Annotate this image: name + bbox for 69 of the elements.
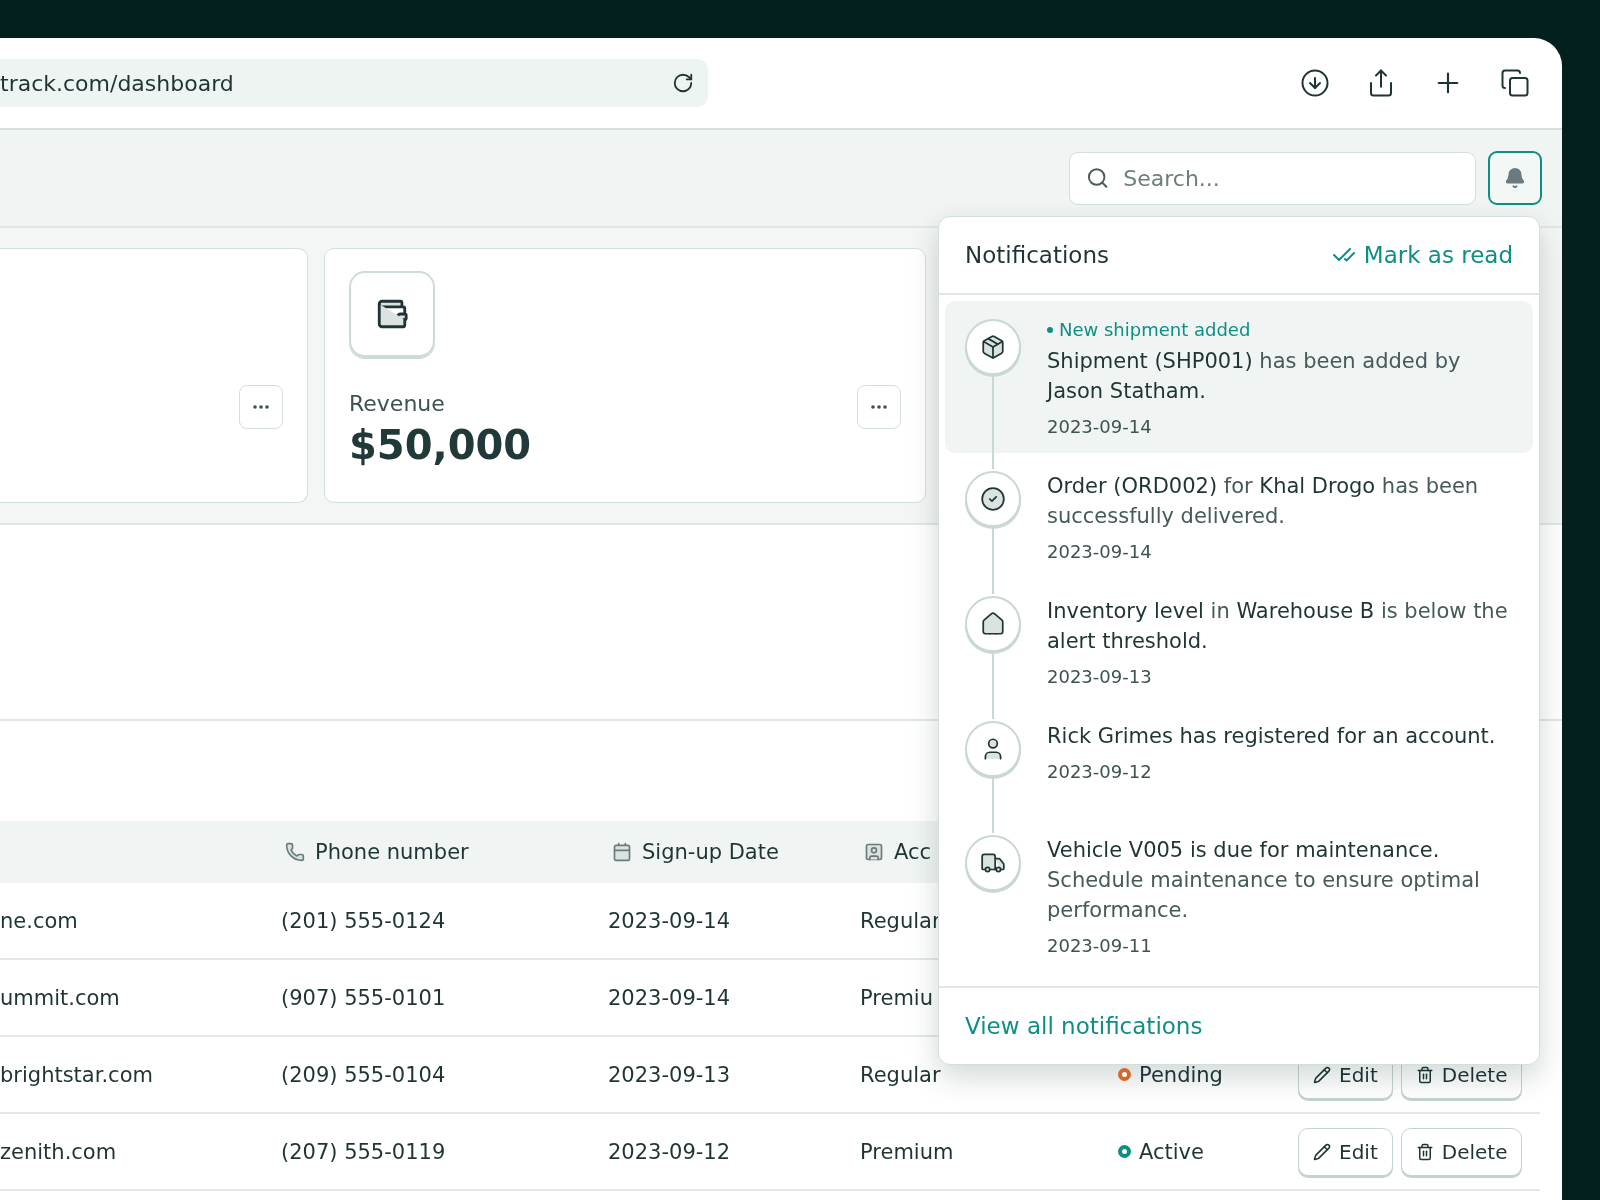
user-icon: [965, 721, 1021, 777]
delete-button[interactable]: Delete: [1400, 1127, 1523, 1176]
trash-icon: [1415, 1065, 1434, 1084]
email-cell: brightstar.com: [0, 1062, 153, 1087]
notification-item[interactable]: Rick Grimes has registered for an account. 2023-09-12: [945, 703, 1533, 817]
account-cell: Regular: [860, 1062, 941, 1087]
notification-text: Shipment (SHP001) has been added by Jason Statham.: [1047, 348, 1462, 405]
search-input[interactable]: Search...: [1121, 164, 1459, 192]
notification-date: 2023-09-14: [1047, 541, 1153, 562]
stat-value: $50,000: [349, 422, 533, 468]
check-circle-icon: [965, 471, 1021, 527]
phone-cell: (207) 555-0119: [281, 1139, 446, 1164]
truck-icon: [965, 835, 1021, 891]
edit-button[interactable]: Edit: [1298, 1127, 1393, 1176]
email-cell: ummit.com: [0, 985, 120, 1010]
notification-text: Rick Grimes has registered for an account.: [1047, 723, 1496, 750]
calendar-icon: [612, 842, 632, 862]
panel-title: Notifications: [965, 242, 1109, 268]
download-button[interactable]: [1300, 68, 1330, 98]
notification-text: Inventory level in Warehouse B is below the alert threshold.: [1047, 598, 1509, 655]
status-label: Pending: [1139, 1062, 1223, 1087]
pencil-icon: [1313, 1142, 1331, 1161]
notification-date: 2023-09-12: [1047, 761, 1153, 782]
phone-cell: (907) 555-0101: [281, 985, 446, 1010]
mark-as-read-link[interactable]: Mark as read: [1331, 242, 1513, 268]
date-cell: 2023-09-12: [608, 1139, 731, 1164]
status-label: Active: [1139, 1139, 1204, 1164]
url-text: track.com/dashboard: [0, 70, 234, 96]
date-cell: 2023-09-14: [608, 908, 731, 933]
search-icon: [1086, 165, 1110, 191]
column-header: Phone number: [315, 840, 469, 864]
date-cell: 2023-09-13: [608, 1062, 731, 1087]
account-cell: Regular: [860, 908, 941, 933]
notification-item[interactable]: New shipment added Shipment (SHP001) has been added by Jason Statham. 2023-09-14: [945, 301, 1533, 453]
search-field[interactable]: Search...: [1069, 151, 1476, 205]
house-icon: [965, 596, 1021, 652]
date-cell: 2023-09-14: [608, 985, 731, 1010]
tabs-button[interactable]: [1500, 68, 1530, 98]
notification-text: Order (ORD002) for Khal Drogo has been successfully delivered.: [1047, 473, 1480, 530]
column-header: Sign-up Date: [642, 840, 779, 864]
address-bar[interactable]: track.com/dashboard: [0, 59, 708, 107]
ellipsis-icon: [871, 405, 887, 409]
notification-date: 2023-09-11: [1047, 935, 1153, 956]
view-all-link[interactable]: View all notifications: [965, 1013, 1203, 1039]
column-header: Acc: [894, 840, 932, 864]
phone-cell: (201) 555-0124: [281, 908, 446, 933]
notification-date: 2023-09-13: [1047, 666, 1153, 687]
notification-tag: New shipment added: [1047, 319, 1513, 340]
pencil-icon: [1313, 1065, 1331, 1084]
phone-icon: [285, 842, 305, 862]
reload-icon[interactable]: [672, 72, 694, 94]
wallet-icon: [349, 271, 435, 357]
notification-text: Vehicle V005 is due for maintenance. Schedule maintenance to ensure optimal performance.: [1047, 837, 1481, 924]
phone-cell: (209) 555-0104: [281, 1062, 446, 1087]
notification-item[interactable]: Vehicle V005 is due for maintenance. Schedule maintenance to ensure optimal performance. 2023-09-11: [945, 817, 1533, 972]
notification-date: 2023-09-14: [1047, 416, 1153, 437]
user-card-icon: [864, 842, 884, 862]
notification-button[interactable]: [1488, 151, 1542, 205]
email-cell: zenith.com: [0, 1139, 117, 1164]
notification-item[interactable]: Inventory level in Warehouse B is below the alert threshold. 2023-09-13: [945, 578, 1533, 703]
account-cell: Premium: [860, 1139, 954, 1164]
account-cell: Premiu: [860, 985, 933, 1010]
email-cell: ne.com: [0, 908, 78, 933]
ellipsis-icon: [253, 405, 269, 409]
stat-label: Revenue: [349, 391, 445, 416]
trash-icon: [1415, 1142, 1434, 1161]
notification-item[interactable]: Order (ORD002) for Khal Drogo has been successfully delivered. 2023-09-14: [945, 453, 1533, 578]
package-icon: [965, 319, 1021, 375]
bell-icon: [1504, 167, 1526, 189]
